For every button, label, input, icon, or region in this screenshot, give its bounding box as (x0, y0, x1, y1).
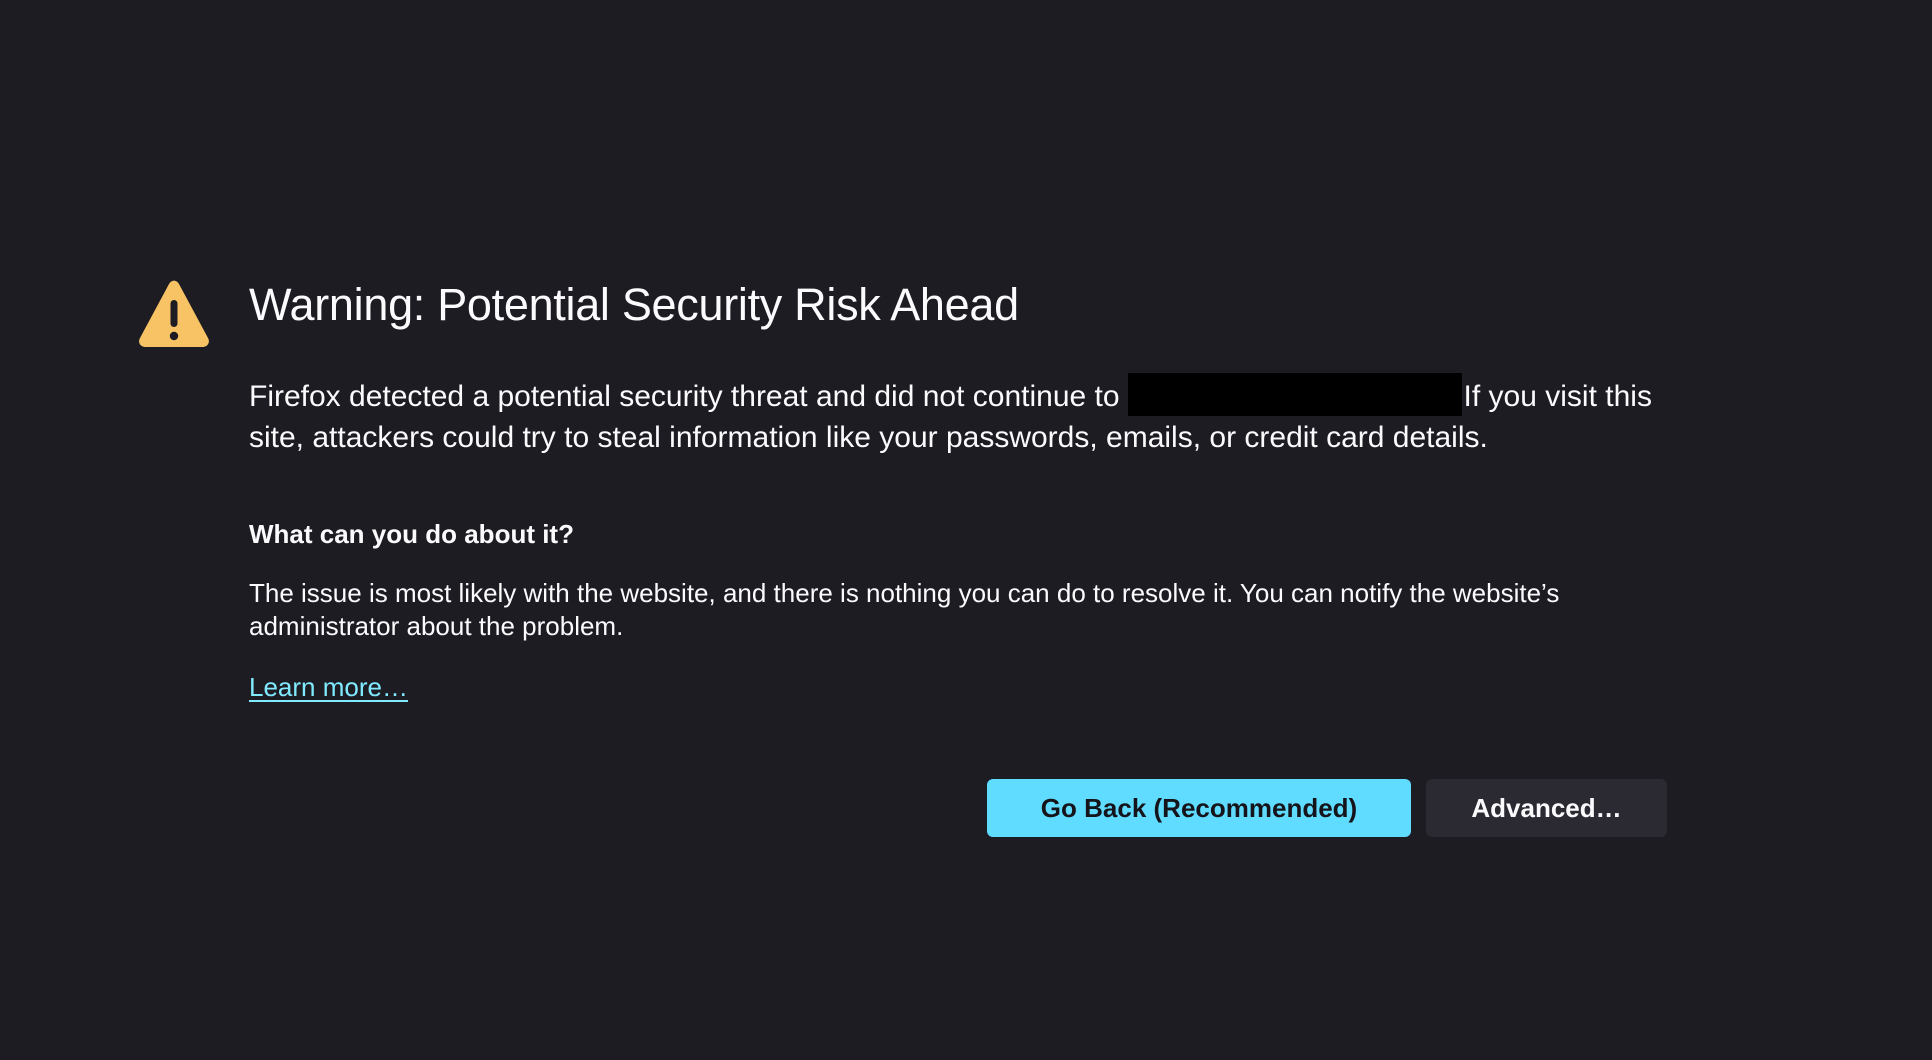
page-title: Warning: Potential Security Risk Ahead (249, 279, 1019, 330)
detail-text: The issue is most likely with the websit… (249, 578, 1560, 641)
redacted-site-name (1127, 373, 1462, 416)
learn-more-link[interactable]: Learn more… (249, 670, 408, 704)
go-back-button[interactable]: Go Back (Recommended) (987, 779, 1411, 837)
what-can-you-do-heading: What can you do about it? (249, 519, 574, 549)
error-content: Warning: Potential Security Risk Ahead F… (249, 270, 1667, 704)
warning-icon (139, 280, 209, 347)
intro-text-before: Firefox detected a potential security th… (249, 380, 1120, 413)
intro-text: Firefox detected a potential security th… (249, 373, 1667, 458)
advanced-button[interactable]: Advanced… (1426, 779, 1667, 837)
button-container: Go Back (Recommended) Advanced… (987, 779, 1667, 837)
